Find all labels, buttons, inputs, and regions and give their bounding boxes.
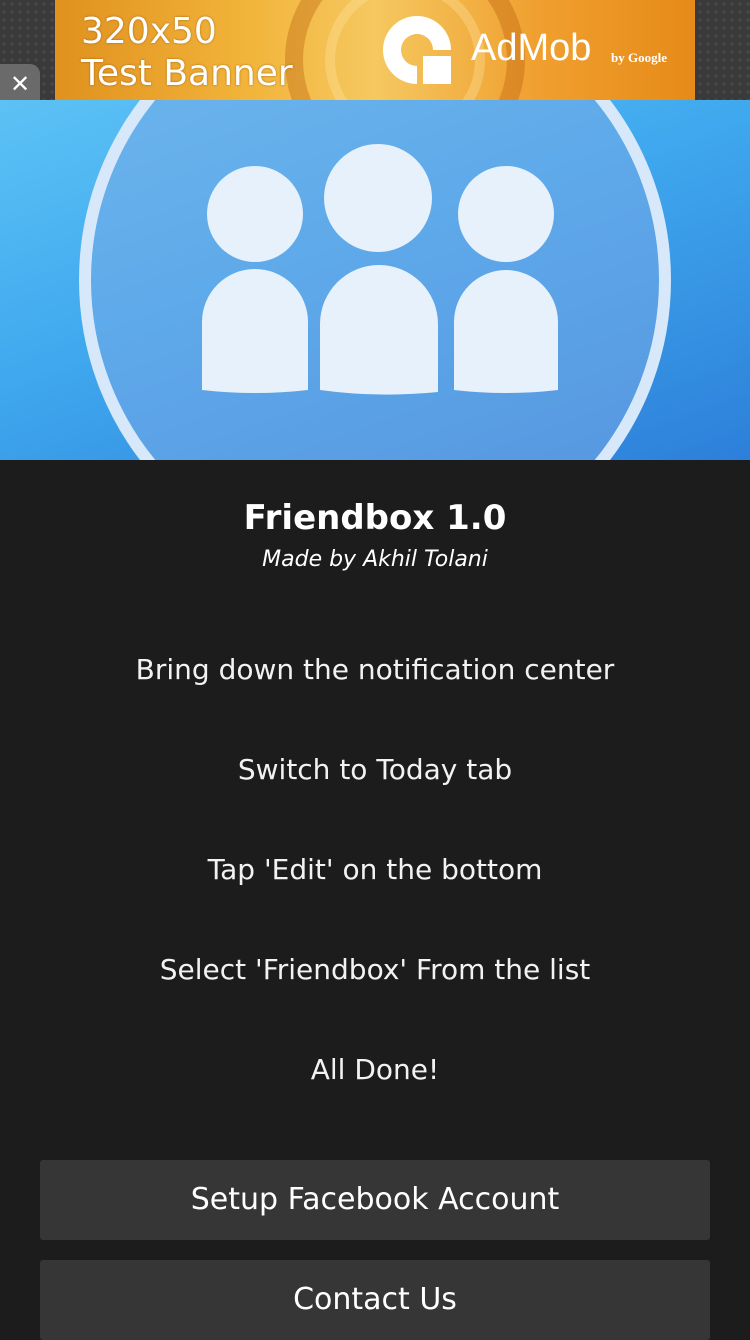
instruction-step: Switch to Today tab [237, 753, 513, 786]
app-subtitle: Made by Akhil Tolani [262, 547, 488, 572]
friends-group-icon [79, 100, 671, 460]
setup-facebook-button[interactable]: Setup Facebook Account [40, 1160, 710, 1240]
instruction-step: Bring down the notification center [135, 653, 615, 686]
ad-banner-test-text: Test Banner [81, 53, 293, 94]
instruction-step: All Done! [310, 1053, 440, 1086]
close-icon[interactable]: ✕ [0, 64, 40, 100]
instruction-step: Select 'Friendbox' From the list [159, 953, 591, 986]
hero-banner [0, 100, 750, 460]
ad-brand-sub-text: by Google [611, 50, 667, 65]
ad-brand-text: AdMob [471, 27, 592, 69]
admob-logo-icon [382, 15, 451, 84]
contact-us-button[interactable]: Contact Us [40, 1260, 710, 1340]
app-title: Friendbox 1.0 [243, 498, 507, 538]
instruction-step: Tap 'Edit' on the bottom [207, 853, 543, 886]
ad-banner[interactable]: 320x50 Test Banner AdMob by Google [55, 0, 695, 100]
ad-banner-size-text: 320x50 [81, 11, 217, 52]
